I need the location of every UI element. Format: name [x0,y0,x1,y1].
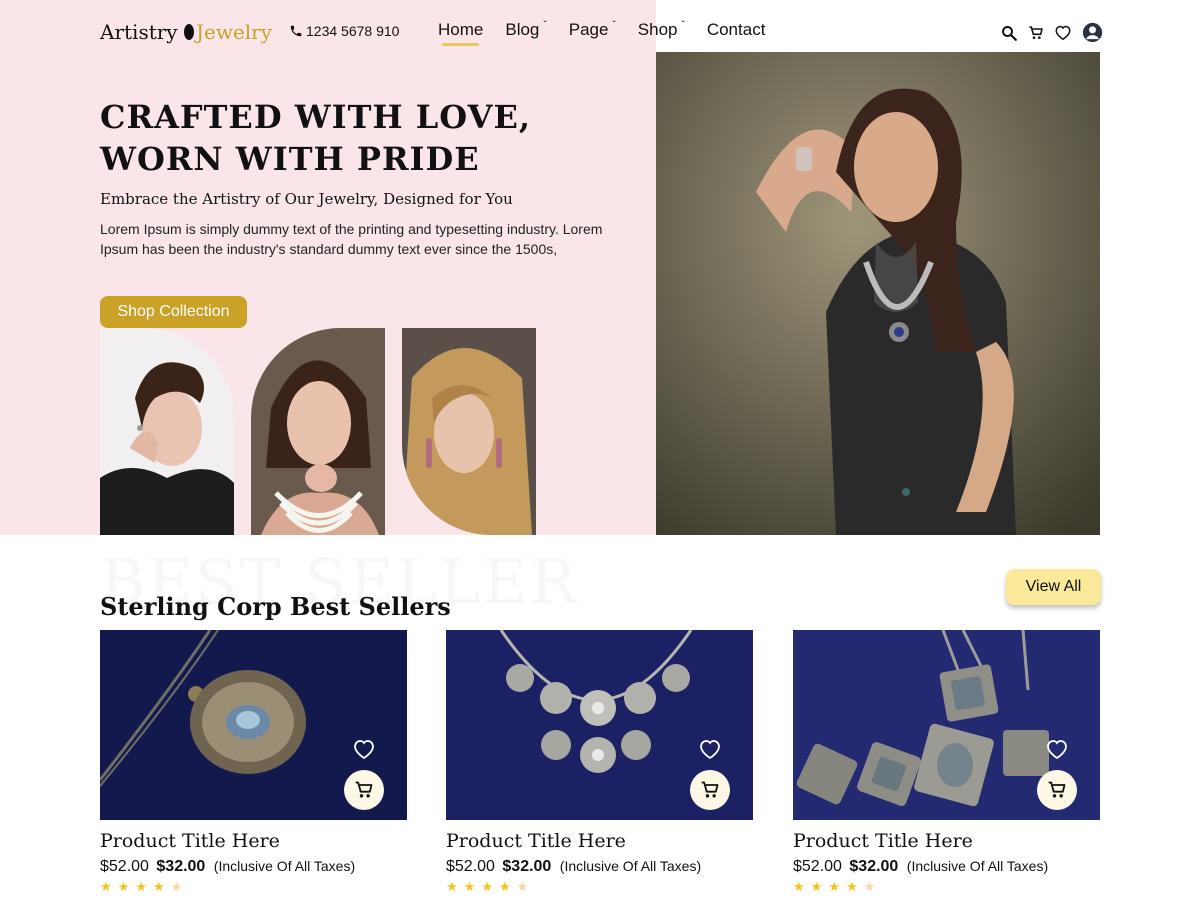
hero-title-line-1: CRAFTED WITH LOVE, [100,98,531,136]
wishlist-heart-icon[interactable] [1045,738,1069,760]
product-title[interactable]: Product Title Here [100,830,407,852]
star-icon: ★ [845,879,858,894]
nav-item-contact[interactable]: Contact [707,20,766,40]
star-icon: ★ [446,879,458,894]
star-icon: ★ [135,879,147,894]
chevron-down-icon: ˇ [543,20,547,31]
heart-icon[interactable] [1054,24,1072,41]
cart-icon [1048,781,1066,798]
phone-contact[interactable]: 1234 5678 910 [289,23,399,39]
chevron-down-icon: ˇ [612,20,616,31]
product-title[interactable]: Product Title Here [446,830,753,852]
logo-text-primary: Artistry [100,20,178,44]
tax-note: (Inclusive Of All Taxes) [906,858,1049,874]
wishlist-heart-icon[interactable] [352,738,376,760]
main-nav: Home Blog ˇ Page ˇ Shop ˇ Contact [438,20,766,46]
header-icons [1000,22,1103,43]
rating-stars: ★ ★ ★ ★ ★ [793,880,1100,893]
sale-price: $32.00 [502,858,552,875]
star-icon: ★ [498,879,511,894]
shop-collection-button[interactable]: Shop Collection [100,296,247,328]
section-title: Sterling Corp Best Sellers [100,592,451,621]
user-avatar-icon[interactable] [1082,22,1103,43]
nav-label: Shop [637,20,678,39]
star-icon: ★ [463,879,476,894]
nav-label: Page [568,20,609,39]
product-card[interactable]: Product Title Here $52.00 $32.00 (Inclus… [100,630,407,893]
cart-icon[interactable] [1028,25,1044,41]
rating-stars: ★ ★ ★ ★ ★ [446,880,753,893]
star-empty-icon: ★ [516,879,529,894]
nav-item-home[interactable]: Home [438,20,484,46]
chevron-down-icon: ˇ [681,20,685,31]
star-icon: ★ [810,879,823,894]
sale-price: $32.00 [156,858,206,875]
hero-title: CRAFTED WITH LOVE, WORN WITH PRIDE [100,96,620,180]
page: Artistry Jewelry 1234 5678 910 Home Blog… [0,0,1200,900]
star-icon: ★ [481,879,493,894]
nav-label: Blog [505,20,540,39]
add-to-cart-button[interactable] [690,770,730,810]
product-price: $52.00 $32.00 (Inclusive Of All Taxes) [446,858,753,876]
tax-note: (Inclusive Of All Taxes) [559,858,702,874]
star-icon: ★ [793,879,805,894]
product-image[interactable] [446,630,753,820]
add-to-cart-button[interactable] [344,770,384,810]
product-card[interactable]: Product Title Here $52.00 $32.00 (Inclus… [793,630,1100,893]
product-price: $52.00 $32.00 (Inclusive Of All Taxes) [100,858,407,876]
original-price: $52.00 [446,858,495,875]
sale-price: $32.00 [849,858,899,875]
search-icon[interactable] [1000,24,1018,42]
add-to-cart-button[interactable] [1037,770,1077,810]
nav-item-blog[interactable]: Blog ˇ [505,20,546,40]
product-card[interactable]: Product Title Here $52.00 $32.00 (Inclus… [446,630,753,893]
product-title[interactable]: Product Title Here [793,830,1100,852]
original-price: $52.00 [100,858,149,875]
nav-item-page[interactable]: Page ˇ [569,20,616,40]
star-icon: ★ [100,879,112,894]
star-empty-icon: ★ [863,879,876,894]
product-image[interactable] [100,630,407,820]
logo-mark-icon [183,24,194,40]
logo-text-accent: Jewelry [195,20,273,44]
nav-label: Contact [706,20,766,39]
nav-item-shop[interactable]: Shop ˇ [638,20,685,40]
view-all-button[interactable]: View All [1006,569,1101,605]
cart-icon [355,781,373,798]
hero-subtitle: Embrace the Artistry of Our Jewelry, Des… [100,190,513,208]
wishlist-heart-icon[interactable] [698,738,722,760]
original-price: $52.00 [793,858,842,875]
star-icon: ★ [117,879,130,894]
logo[interactable]: Artistry Jewelry [100,20,272,44]
phone-icon [290,25,302,37]
cart-icon [701,781,719,798]
hero-description: Lorem Ipsum is simply dummy text of the … [100,221,603,257]
star-icon: ★ [828,879,840,894]
product-price: $52.00 $32.00 (Inclusive Of All Taxes) [793,858,1100,876]
star-icon: ★ [152,879,165,894]
phone-number: 1234 5678 910 [306,23,400,39]
nav-label: Home [438,20,484,39]
product-image[interactable] [793,630,1100,820]
hero-title-line-2: WORN WITH PRIDE [100,140,480,178]
hero-model-image [656,52,1100,535]
star-empty-icon: ★ [170,879,183,894]
tax-note: (Inclusive Of All Taxes) [213,858,356,874]
rating-stars: ★ ★ ★ ★ ★ [100,880,407,893]
